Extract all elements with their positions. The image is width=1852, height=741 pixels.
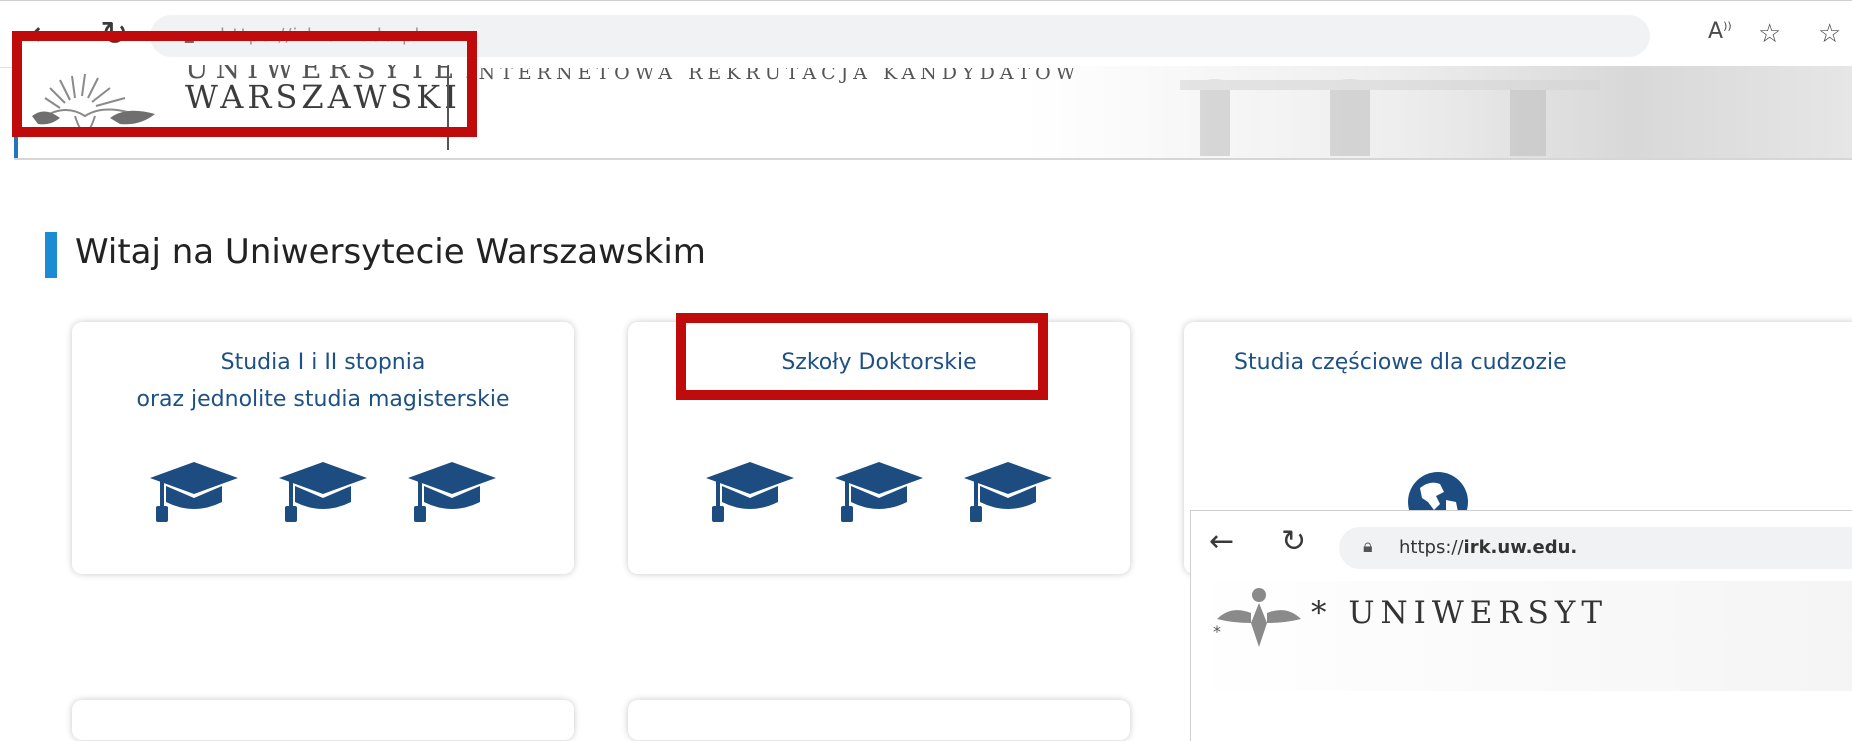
graduation-cap-icon [408, 462, 497, 522]
address-url: https://irk.uw.edu. [1399, 537, 1578, 558]
back-arrow-icon[interactable]: ← [1209, 525, 1234, 559]
graduation-cap-icon [279, 462, 367, 522]
read-aloud-icon[interactable]: A)) [1708, 19, 1732, 44]
title-accent-bar [45, 232, 57, 278]
card-label-line1[interactable]: Studia I i II stopnia [72, 344, 574, 381]
inset-browser-screenshot: ← ↻ 🔒︎ https://irk.uw.edu. * * UNIWERSYT [1190, 510, 1852, 741]
cap-icon-group [628, 460, 1130, 528]
highlight-box-logo [12, 31, 477, 137]
favorites-list-icon[interactable]: ☆ [1818, 19, 1841, 49]
building-columns-image [1180, 79, 1600, 156]
svg-text:*: * [1213, 622, 1221, 641]
card-label[interactable]: Studia częściowe dla cudzozie [1234, 344, 1852, 381]
cap-icon-group [72, 460, 574, 528]
card-bottom-left[interactable] [72, 700, 574, 740]
university-name: * UNIWERSYT [1311, 595, 1609, 631]
card-undergraduate-studies[interactable]: Studia I i II stopnia oraz jednolite stu… [72, 322, 574, 574]
card-label-line2[interactable]: oraz jednolite studia magisterskie [72, 381, 574, 418]
graduation-cap-icon [149, 462, 238, 522]
card-label[interactable]: Studia I i II stopnia oraz jednolite stu… [72, 344, 574, 418]
lock-icon: 🔒︎ [1363, 536, 1373, 557]
highlight-box-doctoral [676, 313, 1048, 400]
graduation-cap-icon [705, 462, 794, 522]
card-label-line1[interactable]: Studia częściowe dla cudzozie [1234, 344, 1852, 381]
star-plus-icon[interactable]: ☆ [1758, 19, 1781, 49]
page-title: Witaj na Uniwersytecie Warszawskim [75, 232, 706, 272]
university-eagle-logo: * [1213, 588, 1301, 647]
graduation-cap-icon [835, 462, 923, 522]
card-bottom-middle[interactable] [628, 700, 1130, 740]
reload-icon[interactable]: ↻ [1281, 525, 1306, 559]
graduation-cap-icon [964, 462, 1053, 522]
address-bar[interactable]: 🔒︎ https://irk.uw.edu. [1339, 527, 1852, 569]
